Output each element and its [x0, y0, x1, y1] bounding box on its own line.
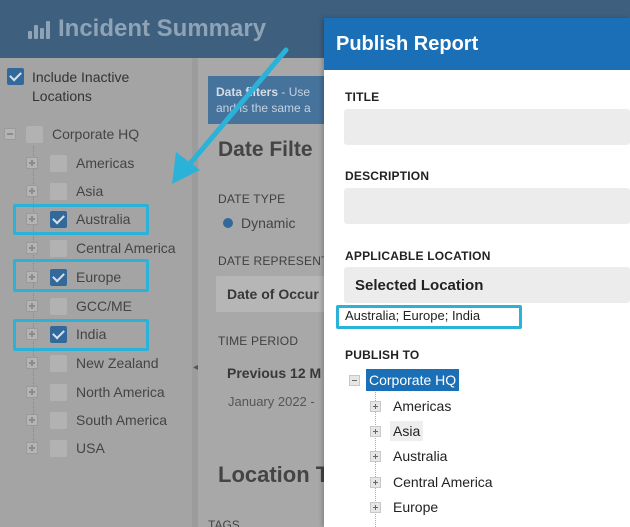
- tree-checkbox[interactable]: [50, 383, 67, 401]
- description-input[interactable]: [344, 188, 630, 224]
- expand-icon[interactable]: [26, 357, 38, 369]
- tree-item-label: GCC/ME: [76, 298, 132, 314]
- publish-tree-item-americas[interactable]: Americas: [370, 395, 454, 417]
- highlight-india: [13, 319, 149, 351]
- date-represents-select[interactable]: Date of Occur: [216, 276, 326, 312]
- applicable-location-label: APPLICABLE LOCATION: [345, 249, 491, 263]
- expand-icon[interactable]: [26, 157, 38, 169]
- publish-tree-item-label[interactable]: Europe: [390, 497, 441, 517]
- tree-item-asia[interactable]: Asia: [26, 180, 103, 202]
- time-period-label: TIME PERIOD: [218, 334, 299, 348]
- tree-checkbox[interactable]: [50, 354, 67, 372]
- banner-text-line2: and is the same a: [216, 101, 311, 115]
- publish-tree-item-central-america[interactable]: Central America: [370, 471, 496, 493]
- expand-icon[interactable]: [26, 442, 38, 454]
- expand-icon[interactable]: [26, 300, 38, 312]
- description-label: DESCRIPTION: [345, 169, 430, 183]
- tree-checkbox[interactable]: [50, 182, 67, 200]
- title-input[interactable]: [344, 109, 630, 145]
- banner-text: - Use: [278, 85, 311, 99]
- dynamic-radio-label: Dynamic: [241, 215, 296, 231]
- include-inactive-label: Include Inactive Locations: [32, 69, 130, 104]
- include-inactive-checkbox[interactable]: [7, 68, 24, 85]
- location-filter-panel: Include Inactive Locations Corporate HQ …: [0, 58, 192, 527]
- title-label: TITLE: [345, 90, 380, 104]
- tags-label: TAGS: [208, 518, 240, 527]
- chart-icon: [28, 19, 50, 39]
- collapse-icon[interactable]: [4, 128, 16, 140]
- dialog-title: Publish Report: [336, 32, 479, 55]
- time-period-range: January 2022 -: [228, 394, 315, 409]
- tree-checkbox[interactable]: [50, 439, 67, 457]
- highlight-europe: [13, 259, 149, 292]
- tree-item-label: Asia: [76, 183, 104, 199]
- tree-item-label: North America: [76, 384, 165, 400]
- dialog-header: Publish Report: [324, 18, 630, 70]
- expand-icon[interactable]: [370, 501, 381, 513]
- highlight-selected-locations: [336, 305, 522, 329]
- date-represents-label: DATE REPRESENT: [218, 254, 329, 268]
- tree-item-central-america[interactable]: Central America: [26, 237, 176, 259]
- banner-bold-text: Data filters: [216, 85, 279, 99]
- highlight-australia: [13, 204, 149, 235]
- tree-checkbox[interactable]: [50, 297, 67, 315]
- expand-icon[interactable]: [370, 400, 381, 412]
- expand-icon[interactable]: [26, 386, 38, 398]
- expand-icon[interactable]: [26, 242, 38, 254]
- publish-tree-item-label[interactable]: Australia: [390, 446, 450, 466]
- publish-tree-root[interactable]: Corporate HQ: [349, 369, 460, 391]
- tree-item-americas[interactable]: Americas: [26, 152, 134, 174]
- collapse-icon[interactable]: [349, 374, 360, 386]
- tree-item-label: USA: [76, 440, 105, 456]
- publish-tree-item-label[interactable]: Americas: [390, 396, 454, 416]
- tree-root[interactable]: Corporate HQ: [4, 123, 139, 145]
- tree-item-label: South America: [76, 412, 168, 428]
- tree-root-label: Corporate HQ: [52, 126, 140, 142]
- tree-checkbox[interactable]: [50, 411, 67, 429]
- include-inactive-option[interactable]: Include Inactive Locations: [7, 68, 162, 106]
- applicable-location-select[interactable]: Selected Location: [344, 267, 630, 303]
- publish-tree-item-asia[interactable]: Asia: [370, 420, 424, 442]
- publish-tree-item-label[interactable]: Central America: [390, 472, 496, 492]
- expand-icon[interactable]: [26, 185, 38, 197]
- page-title: Incident Summary: [58, 15, 267, 42]
- expand-icon[interactable]: [370, 425, 381, 437]
- time-period-select[interactable]: Previous 12 M: [216, 355, 326, 391]
- publish-tree-root-label[interactable]: Corporate HQ: [366, 369, 460, 391]
- tree-item-label: Central America: [76, 240, 176, 256]
- dynamic-radio[interactable]: [223, 218, 233, 228]
- filters-banner: Data filters - Use and is the same a: [208, 76, 328, 124]
- tree-checkbox[interactable]: [50, 239, 67, 257]
- date-type-label: DATE TYPE: [218, 192, 286, 206]
- expand-icon[interactable]: [370, 450, 381, 462]
- tree-item-south-america[interactable]: South America: [26, 409, 167, 431]
- publish-tree-item-australia[interactable]: Australia: [370, 445, 450, 467]
- date-filters-heading: Date Filte: [218, 138, 313, 161]
- tree-item-north-america[interactable]: North America: [26, 381, 165, 403]
- publish-to-label: PUBLISH TO: [345, 348, 420, 362]
- tree-item-gcc-me[interactable]: GCC/ME: [26, 295, 132, 317]
- expand-icon[interactable]: [370, 476, 381, 488]
- tree-item-label: New Zealand: [76, 355, 159, 371]
- expand-icon[interactable]: [26, 414, 38, 426]
- tree-checkbox[interactable]: [50, 154, 67, 172]
- publish-tree-item-europe[interactable]: Europe: [370, 496, 441, 518]
- tree-item-usa[interactable]: USA: [26, 437, 105, 459]
- tree-item-label: Americas: [76, 155, 135, 171]
- tree-item-new-zealand[interactable]: New Zealand: [26, 352, 159, 374]
- tree-checkbox[interactable]: [26, 125, 43, 143]
- publish-tree-item-label[interactable]: Asia: [390, 421, 424, 441]
- location-heading: Location T: [218, 462, 330, 487]
